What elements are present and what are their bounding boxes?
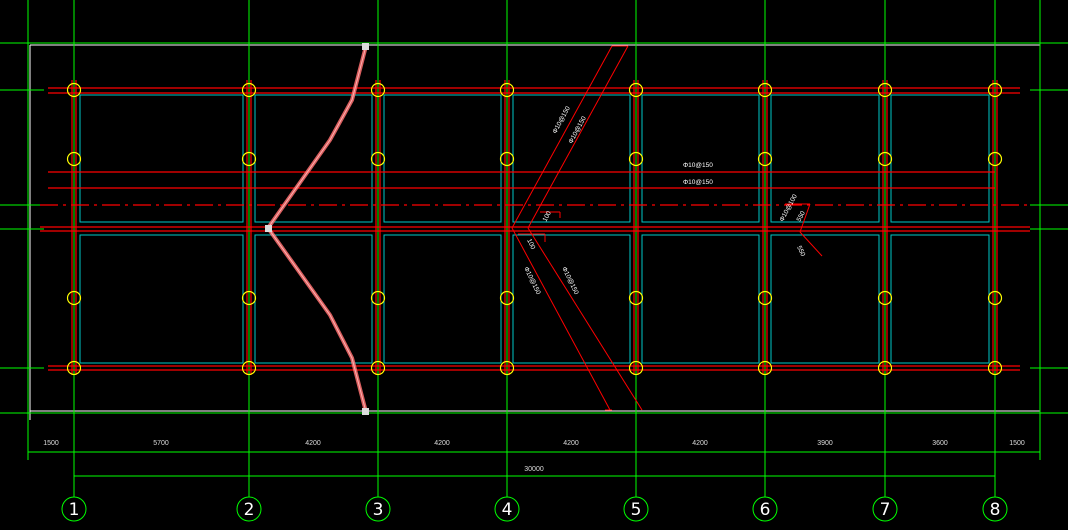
bay-dimensions: 1500 5700 4200 4200 4200 4200 3900 3600 … bbox=[43, 440, 1025, 473]
rebar-label-diag-lower-2: Φ10@150 bbox=[560, 266, 580, 296]
axis-label-7: 7 bbox=[880, 500, 891, 520]
rebar-label-diag-upper-2: Φ10@150 bbox=[568, 115, 588, 145]
floor-plan-drawing: Φ10@150 Φ10@150 Φ10@150 Φ10@150 Φ10@150 … bbox=[0, 0, 1068, 522]
cad-drawing: Φ10@150 Φ10@150 Φ10@150 Φ10@150 Φ10@150 … bbox=[0, 0, 1068, 525]
dimension-ticks bbox=[27, 448, 1041, 480]
axis-label-1: 1 bbox=[69, 500, 80, 520]
rebar-diagonals bbox=[511, 45, 823, 411]
horizontal-beams bbox=[40, 87, 1030, 371]
boundary-lines bbox=[29, 44, 1041, 420]
axis-label-4: 4 bbox=[502, 500, 513, 520]
dim-6: 4200 bbox=[692, 440, 708, 447]
axis-label-8: 8 bbox=[990, 500, 1001, 520]
break-line bbox=[265, 43, 369, 415]
dim-3: 4200 bbox=[305, 440, 321, 447]
dim-8: 3600 bbox=[932, 440, 948, 447]
dim-7: 3900 bbox=[817, 440, 833, 447]
axis-bubbles: 1 2 3 4 5 6 7 8 bbox=[61, 496, 1008, 522]
rebar-label-diag-upper-1: Φ10@150 bbox=[552, 105, 572, 135]
rebar-label-diag-lower-1: Φ10@150 bbox=[522, 266, 542, 296]
axis-label-3: 3 bbox=[373, 500, 384, 520]
dim-4: 4200 bbox=[434, 440, 450, 447]
rebar-label-horiz-1: Φ10@150 bbox=[683, 162, 713, 169]
rebar-annotations: Φ10@150 Φ10@150 Φ10@150 Φ10@150 Φ10@150 … bbox=[522, 105, 807, 296]
rebar-label-horiz-2: Φ10@150 bbox=[683, 179, 713, 186]
axis-label-6: 6 bbox=[760, 500, 771, 520]
offset-label-d: 550 bbox=[795, 245, 806, 258]
offset-label-b: 100 bbox=[525, 238, 536, 251]
dim-1: 1500 bbox=[43, 440, 59, 447]
axis-label-5: 5 bbox=[631, 500, 642, 520]
dim-5: 4200 bbox=[563, 440, 579, 447]
slab-edges bbox=[79, 94, 990, 364]
columns bbox=[66, 82, 1003, 376]
axis-label-2: 2 bbox=[244, 500, 255, 520]
dim-9: 1500 bbox=[1009, 440, 1025, 447]
dim-total: 30000 bbox=[524, 466, 544, 473]
dim-2: 5700 bbox=[153, 440, 169, 447]
